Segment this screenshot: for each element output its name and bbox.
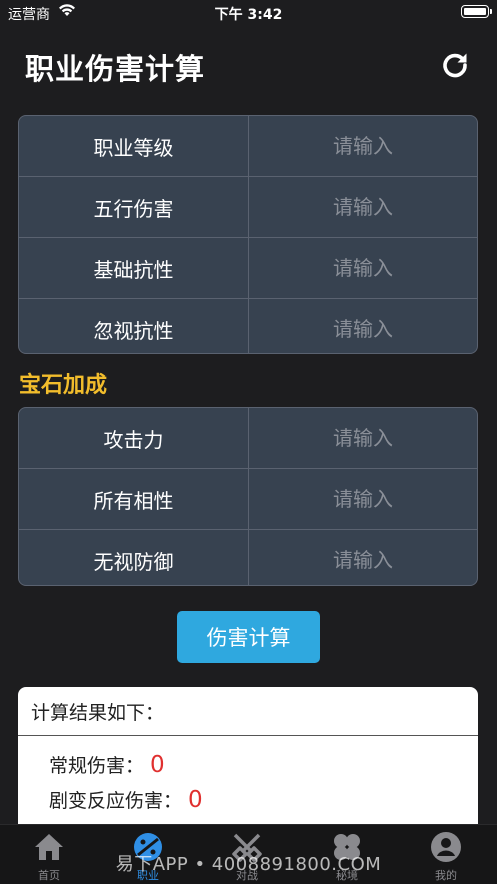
- status-time: 下午 3:42: [214, 7, 283, 23]
- base-resist-input[interactable]: [249, 237, 477, 299]
- refresh-icon[interactable]: [440, 50, 470, 80]
- attack-label: 攻击力: [19, 408, 249, 468]
- level-label: 职业等级: [19, 116, 249, 176]
- form-row-base-resist: 基础抗性: [19, 237, 477, 299]
- result-card: 计算结果如下： 常规伤害： 0 剧变反应伤害： 0: [18, 687, 478, 837]
- ignore-resist-input[interactable]: [249, 298, 477, 353]
- gem-form-table: 攻击力 所有相性 无视防御: [18, 407, 478, 586]
- mutation-damage-row: 剧变反应伤害： 0: [49, 786, 203, 813]
- form-row-ignore-defense: 无视防御: [19, 529, 477, 585]
- normal-damage-label: 常规伤害：: [49, 755, 145, 777]
- all-affinity-input[interactable]: [249, 468, 477, 530]
- normal-damage-value: 0: [150, 752, 165, 778]
- ignore-defense-input[interactable]: [249, 529, 477, 585]
- element-damage-input[interactable]: [249, 176, 477, 238]
- normal-damage-row: 常规伤害： 0: [49, 751, 165, 778]
- gem-section-title: 宝石加成: [19, 373, 108, 398]
- result-heading: 计算结果如下：: [18, 687, 478, 736]
- calculate-button[interactable]: 伤害计算: [177, 611, 320, 663]
- watermark-text: 易下APP • 4008891800.COM: [115, 854, 382, 875]
- element-damage-label: 五行伤害: [19, 177, 249, 237]
- all-affinity-label: 所有相性: [19, 469, 249, 529]
- level-input[interactable]: [249, 116, 477, 177]
- form-row-ignore-resist: 忽视抗性: [19, 298, 477, 353]
- page-title: 职业伤害计算: [25, 52, 206, 86]
- base-resist-label: 基础抗性: [19, 238, 249, 298]
- battery-tip: [490, 9, 492, 14]
- mutation-damage-value: 0: [188, 787, 203, 813]
- form-row-element-damage: 五行伤害: [19, 176, 477, 238]
- mutation-damage-label: 剧变反应伤害：: [49, 790, 183, 812]
- form-row-all-affinity: 所有相性: [19, 468, 477, 530]
- form-row-level: 职业等级: [19, 116, 477, 177]
- form-row-attack: 攻击力: [19, 408, 477, 469]
- battery-icon: [461, 5, 489, 18]
- main-form-table: 职业等级 五行伤害 基础抗性 忽视抗性: [18, 115, 478, 354]
- ignore-defense-label: 无视防御: [19, 530, 249, 585]
- ignore-resist-label: 忽视抗性: [19, 299, 249, 353]
- status-bar: 运营商 下午 3:42: [0, 0, 497, 26]
- attack-input[interactable]: [249, 408, 477, 469]
